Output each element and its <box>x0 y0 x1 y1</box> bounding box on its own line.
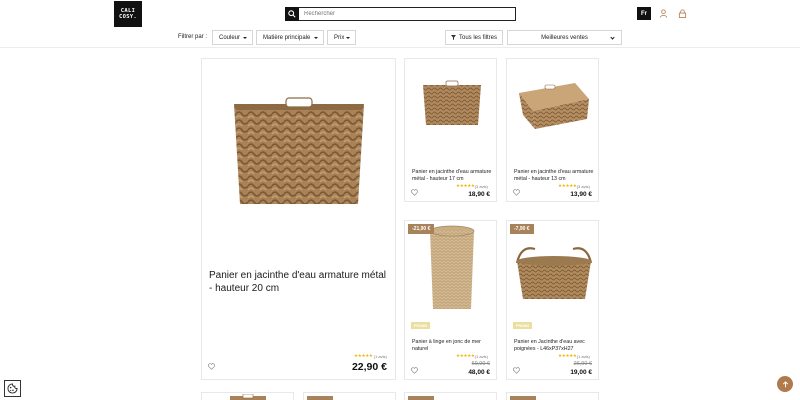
rating-count: (1 avis) <box>474 353 488 359</box>
logo[interactable]: CALI COSY. <box>114 1 142 27</box>
caret-down-icon <box>314 37 318 39</box>
user-icon[interactable] <box>659 9 668 18</box>
product-title[interactable]: Panier à linge en jonc de mer naturel <box>412 339 492 353</box>
rating: ★★★★★ (3 avis) <box>558 183 590 189</box>
filter-prix[interactable]: Prix <box>327 30 356 45</box>
discount-badge-partial <box>510 396 536 400</box>
filter-bar: Filtrer par : Couleur Matière principale… <box>0 30 800 46</box>
product-image <box>423 80 481 125</box>
heart-icon[interactable] <box>208 363 215 370</box>
discount-badge: -7,90 € <box>510 224 534 234</box>
product-card[interactable]: -7,90 € PROMO Panier en Jacinthe d'eau a… <box>506 220 599 380</box>
discount-badge: -21,90 € <box>408 224 435 234</box>
discount-badge-partial <box>408 396 434 400</box>
product-card[interactable]: Panier en jacinthe d'eau armature métal … <box>404 58 497 202</box>
rating-count: (1 avis) <box>373 353 387 359</box>
heart-icon[interactable] <box>513 367 520 374</box>
product-card[interactable]: Panier en jacinthe d'eau armature métal … <box>506 58 599 202</box>
star-rating-icon: ★★★★★ <box>456 183 475 188</box>
product-title[interactable]: Panier en jacinthe d'eau armature métal … <box>514 169 594 183</box>
rating-count: (1 avis) <box>576 353 590 359</box>
product-title[interactable]: Panier en jacinthe d'eau armature métal … <box>412 169 492 183</box>
product-card-featured[interactable]: Panier en jacinthe d'eau armature métal … <box>201 58 396 380</box>
arrow-up-icon <box>782 380 788 387</box>
product-title[interactable]: Panier en jacinthe d'eau armature métal … <box>209 269 391 295</box>
star-rating-icon: ★★★★★ <box>354 353 373 358</box>
rating: ★★★★★ (1 avis) <box>354 353 387 359</box>
product-price: 13,90 € <box>570 191 592 198</box>
logo-line2: COSY. <box>118 14 138 20</box>
rating-count: (3 avis) <box>576 183 590 189</box>
product-price: 19,00 € <box>570 369 592 376</box>
cookie-settings-button[interactable] <box>4 380 21 397</box>
promo-tag: PROMO <box>411 322 431 329</box>
search-button[interactable] <box>285 6 299 21</box>
chevron-down-icon <box>610 35 615 40</box>
search-bar <box>285 6 516 21</box>
discount-badge-partial <box>307 396 333 400</box>
product-image <box>429 225 475 309</box>
old-price: 69,90 € <box>471 361 490 367</box>
scroll-to-top-button[interactable] <box>777 376 793 392</box>
product-image <box>230 394 266 400</box>
filter-matiere-label: Matière principale <box>263 34 311 41</box>
lock-icon[interactable] <box>678 9 687 18</box>
promo-tag: PROMO <box>513 322 533 329</box>
cookie-icon <box>7 383 18 394</box>
product-price: 22,90 € <box>351 361 387 373</box>
product-price: 48,00 € <box>468 369 490 376</box>
product-card[interactable] <box>506 392 599 400</box>
product-image <box>515 247 593 299</box>
product-card[interactable] <box>303 392 396 400</box>
all-filters-button[interactable]: Tous les filtres <box>445 30 503 45</box>
language-button[interactable]: Fr <box>637 7 651 20</box>
caret-down-icon <box>243 37 247 39</box>
product-card[interactable] <box>201 392 294 400</box>
star-rating-icon: ★★★★★ <box>558 353 577 358</box>
product-title[interactable]: Panier en Jacinthe d'eau avec poignées -… <box>514 339 596 353</box>
product-card[interactable] <box>404 392 497 400</box>
rating-count: (3 avis) <box>474 183 488 189</box>
filter-label: Filtrer par : <box>178 34 208 40</box>
caret-down-icon <box>346 37 350 39</box>
sort-label: Meilleures ventes <box>541 34 588 41</box>
search-input[interactable] <box>299 8 499 20</box>
old-price: 26,90 € <box>573 361 592 367</box>
star-rating-icon: ★★★★★ <box>558 183 577 188</box>
star-rating-icon: ★★★★★ <box>456 353 475 358</box>
all-filters-label: Tous les filtres <box>458 34 497 41</box>
product-card[interactable]: -21,90 € PROMO Panier à linge en jonc de… <box>404 220 497 380</box>
heart-icon[interactable] <box>513 189 520 196</box>
rating: ★★★★★ (3 avis) <box>456 183 488 189</box>
filter-couleur-label: Couleur <box>219 34 241 41</box>
product-price: 18,90 € <box>468 191 490 198</box>
rating: ★★★★★ (1 avis) <box>558 353 590 359</box>
filter-couleur[interactable]: Couleur <box>212 30 253 45</box>
product-image <box>234 97 364 204</box>
product-image <box>519 83 589 129</box>
search-icon <box>288 9 296 18</box>
filter-icon <box>450 35 456 40</box>
heart-icon[interactable] <box>411 367 418 374</box>
rating: ★★★★★ (1 avis) <box>456 353 488 359</box>
sort-select[interactable]: Meilleures ventes <box>507 30 622 45</box>
filter-matiere[interactable]: Matière principale <box>256 30 324 45</box>
heart-icon[interactable] <box>411 189 418 196</box>
filter-prix-label: Prix <box>334 34 345 41</box>
